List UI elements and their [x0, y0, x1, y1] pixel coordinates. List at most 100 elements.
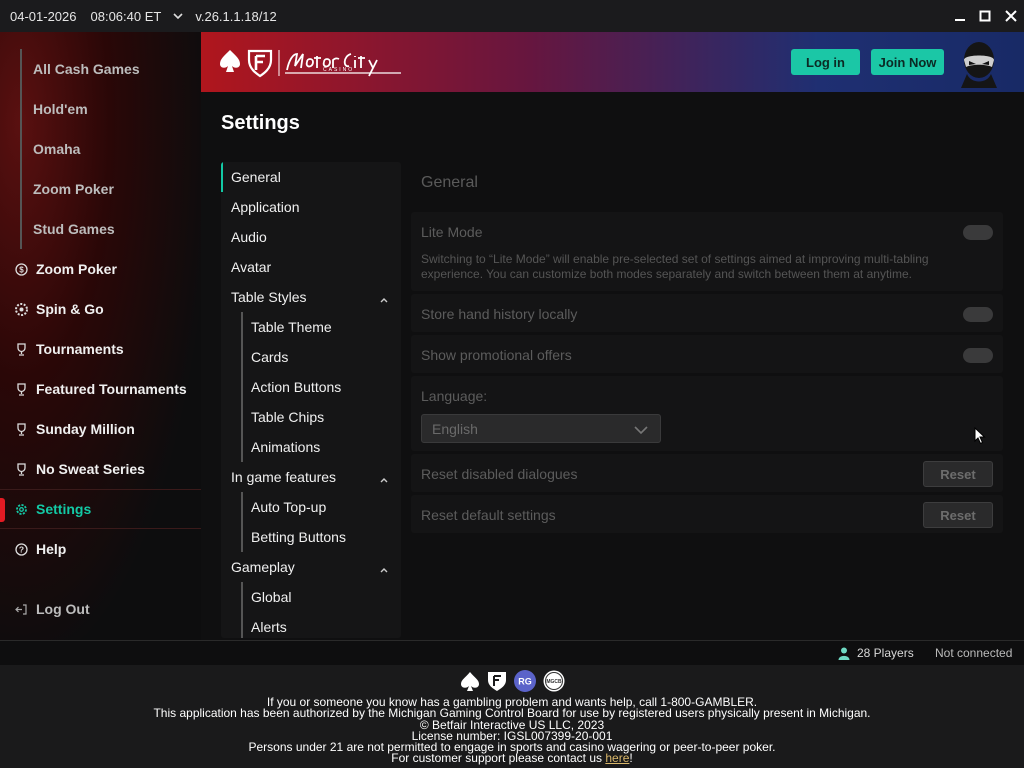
settings-nav-in-game-features[interactable]: In game features	[221, 462, 401, 492]
sidebar-item-sunday-million[interactable]: Sunday Million	[0, 409, 201, 449]
reset-dialogues-card: Reset disabled dialogues Reset	[411, 454, 1003, 492]
support-text: For customer support please contact us	[391, 751, 606, 766]
settings-page: Settings General Application Audio Avata…	[201, 92, 1024, 640]
sidebar-item-no-sweat-series[interactable]: No Sweat Series	[0, 449, 201, 489]
sidebar-item-label: No Sweat Series	[36, 461, 145, 477]
sidebar-item-log-out[interactable]: Log Out	[0, 589, 201, 629]
settings-nav-table-theme[interactable]: Table Theme	[243, 312, 401, 342]
avatar[interactable]	[959, 40, 999, 88]
store-history-toggle[interactable]	[963, 307, 993, 322]
join-now-button[interactable]: Join Now	[871, 49, 944, 75]
settings-nav-label: Table Styles	[231, 289, 307, 305]
zoom-coin-icon: $	[14, 262, 28, 276]
spin-icon	[14, 302, 28, 316]
sidebar-item-spin-go[interactable]: Spin & Go	[0, 289, 201, 329]
reset-defaults-button[interactable]: Reset	[923, 502, 993, 528]
sidebar-item-label: Sunday Million	[36, 421, 135, 437]
sidebar-item-all-cash-games[interactable]: All Cash Games	[22, 49, 201, 89]
settings-nav-label: In game features	[231, 469, 337, 485]
sidebar-item-stud-games[interactable]: Stud Games	[22, 209, 201, 249]
version-text: v.26.1.1.18/12	[195, 8, 277, 24]
sidebar-item-holdem[interactable]: Hold'em	[22, 89, 201, 129]
footer-line-support: For customer support please contact us h…	[0, 751, 1024, 766]
settings-nav-table-chips[interactable]: Table Chips	[243, 402, 401, 432]
footer: RG MGCB If you or someone you know has a…	[0, 665, 1024, 768]
table-styles-subnav: Table Theme Cards Action Buttons Table C…	[241, 312, 401, 462]
settings-nav-alerts[interactable]: Alerts	[243, 612, 401, 638]
chevron-up-icon[interactable]	[379, 292, 389, 303]
chevron-down-icon[interactable]	[171, 9, 185, 23]
chevron-up-icon[interactable]	[379, 472, 389, 483]
sidebar-item-label: Log Out	[36, 601, 90, 617]
sidebar-item-label: Featured Tournaments	[36, 381, 187, 397]
lite-mode-description: Switching to “Lite Mode” will enable pre…	[421, 252, 929, 281]
reset-dialogues-button[interactable]: Reset	[923, 461, 993, 487]
pokerstars-spade-icon	[459, 670, 481, 694]
in-game-subnav: Auto Top-up Betting Buttons	[241, 492, 401, 552]
support-text-end: !	[629, 751, 633, 766]
settings-nav-cards[interactable]: Cards	[243, 342, 401, 372]
brand-logo: CASINO	[219, 46, 405, 78]
cash-games-subnav: All Cash Games Hold'em Omaha Zoom Poker …	[20, 49, 201, 249]
sidebar-item-featured-tournaments[interactable]: Featured Tournaments	[0, 369, 201, 409]
status-bar: 28 Players Not connected	[0, 640, 1024, 665]
sidebar-item-zoom-poker[interactable]: $ Zoom Poker	[0, 249, 201, 289]
svg-text:CASINO: CASINO	[323, 67, 354, 73]
header-bar: CASINO Log in Join Now	[201, 32, 1024, 92]
store-history-label: Store hand history locally	[421, 306, 578, 322]
player-count: 28 Players	[838, 646, 914, 660]
maximize-icon[interactable]	[972, 0, 998, 32]
mgcb-badge: MGCB	[542, 669, 566, 695]
settings-nav-avatar[interactable]: Avatar	[221, 252, 401, 282]
time-text: 08:06:40 ET	[90, 8, 162, 24]
settings-nav-global[interactable]: Global	[243, 582, 401, 612]
sidebar-item-settings[interactable]: Settings	[0, 489, 201, 529]
footer-logos: RG MGCB	[0, 665, 1024, 695]
footer-text: If you or someone you know has a gamblin…	[0, 695, 1024, 765]
settings-nav-action-buttons[interactable]: Action Buttons	[243, 372, 401, 402]
sidebar-item-label: Zoom Poker	[36, 261, 117, 277]
lite-mode-toggle[interactable]	[963, 225, 993, 240]
settings-nav-table-styles[interactable]: Table Styles	[221, 282, 401, 312]
mgcb-badge-text: MGCB	[546, 679, 562, 685]
settings-nav-gameplay[interactable]: Gameplay	[221, 552, 401, 582]
sidebar-item-tournaments[interactable]: Tournaments	[0, 329, 201, 369]
settings-nav-application[interactable]: Application	[221, 192, 401, 222]
language-value: English	[432, 420, 478, 437]
title-bar: 04-01-2026 08:06:40 ET v.26.1.1.18/12	[0, 0, 1024, 32]
sidebar-item-omaha[interactable]: Omaha	[22, 129, 201, 169]
rg-badge: RG	[513, 669, 537, 695]
help-icon: ?	[14, 542, 28, 556]
page-title: Settings	[221, 112, 300, 134]
sidebar-item-help[interactable]: ? Help	[0, 529, 201, 569]
promo-offers-toggle[interactable]	[963, 348, 993, 363]
promo-offers-label: Show promotional offers	[421, 347, 572, 363]
fanduel-shield-icon	[486, 670, 508, 694]
trophy-icon	[14, 462, 28, 476]
main-nav: $ Zoom Poker Spin & Go Tournaments Featu…	[0, 249, 201, 629]
minimize-icon[interactable]	[948, 0, 972, 32]
sidebar-item-zoom-poker-cash[interactable]: Zoom Poker	[22, 169, 201, 209]
language-label: Language:	[421, 388, 488, 404]
settings-nav-betting-buttons[interactable]: Betting Buttons	[243, 522, 401, 552]
settings-nav-label: Gameplay	[231, 559, 295, 575]
language-card: Language: English	[411, 376, 1003, 451]
date-text: 04-01-2026	[10, 8, 77, 24]
trophy-icon	[14, 342, 28, 356]
svg-text:$: $	[19, 265, 24, 274]
promo-offers-card: Show promotional offers	[411, 335, 1003, 373]
close-icon[interactable]	[998, 0, 1024, 32]
support-link[interactable]: here	[605, 751, 629, 765]
settings-nav-auto-top-up[interactable]: Auto Top-up	[243, 492, 401, 522]
settings-nav-general[interactable]: General	[221, 162, 401, 192]
svg-text:?: ?	[18, 544, 23, 554]
chevron-up-icon[interactable]	[379, 562, 389, 573]
settings-nav-audio[interactable]: Audio	[221, 222, 401, 252]
login-button[interactable]: Log in	[791, 49, 860, 75]
section-title: General	[421, 174, 478, 191]
settings-nav-animations[interactable]: Animations	[243, 432, 401, 462]
player-icon	[838, 647, 850, 660]
language-select[interactable]: English	[421, 414, 661, 443]
chevron-down-icon	[634, 423, 648, 435]
rg-badge-text: RG	[518, 676, 532, 686]
